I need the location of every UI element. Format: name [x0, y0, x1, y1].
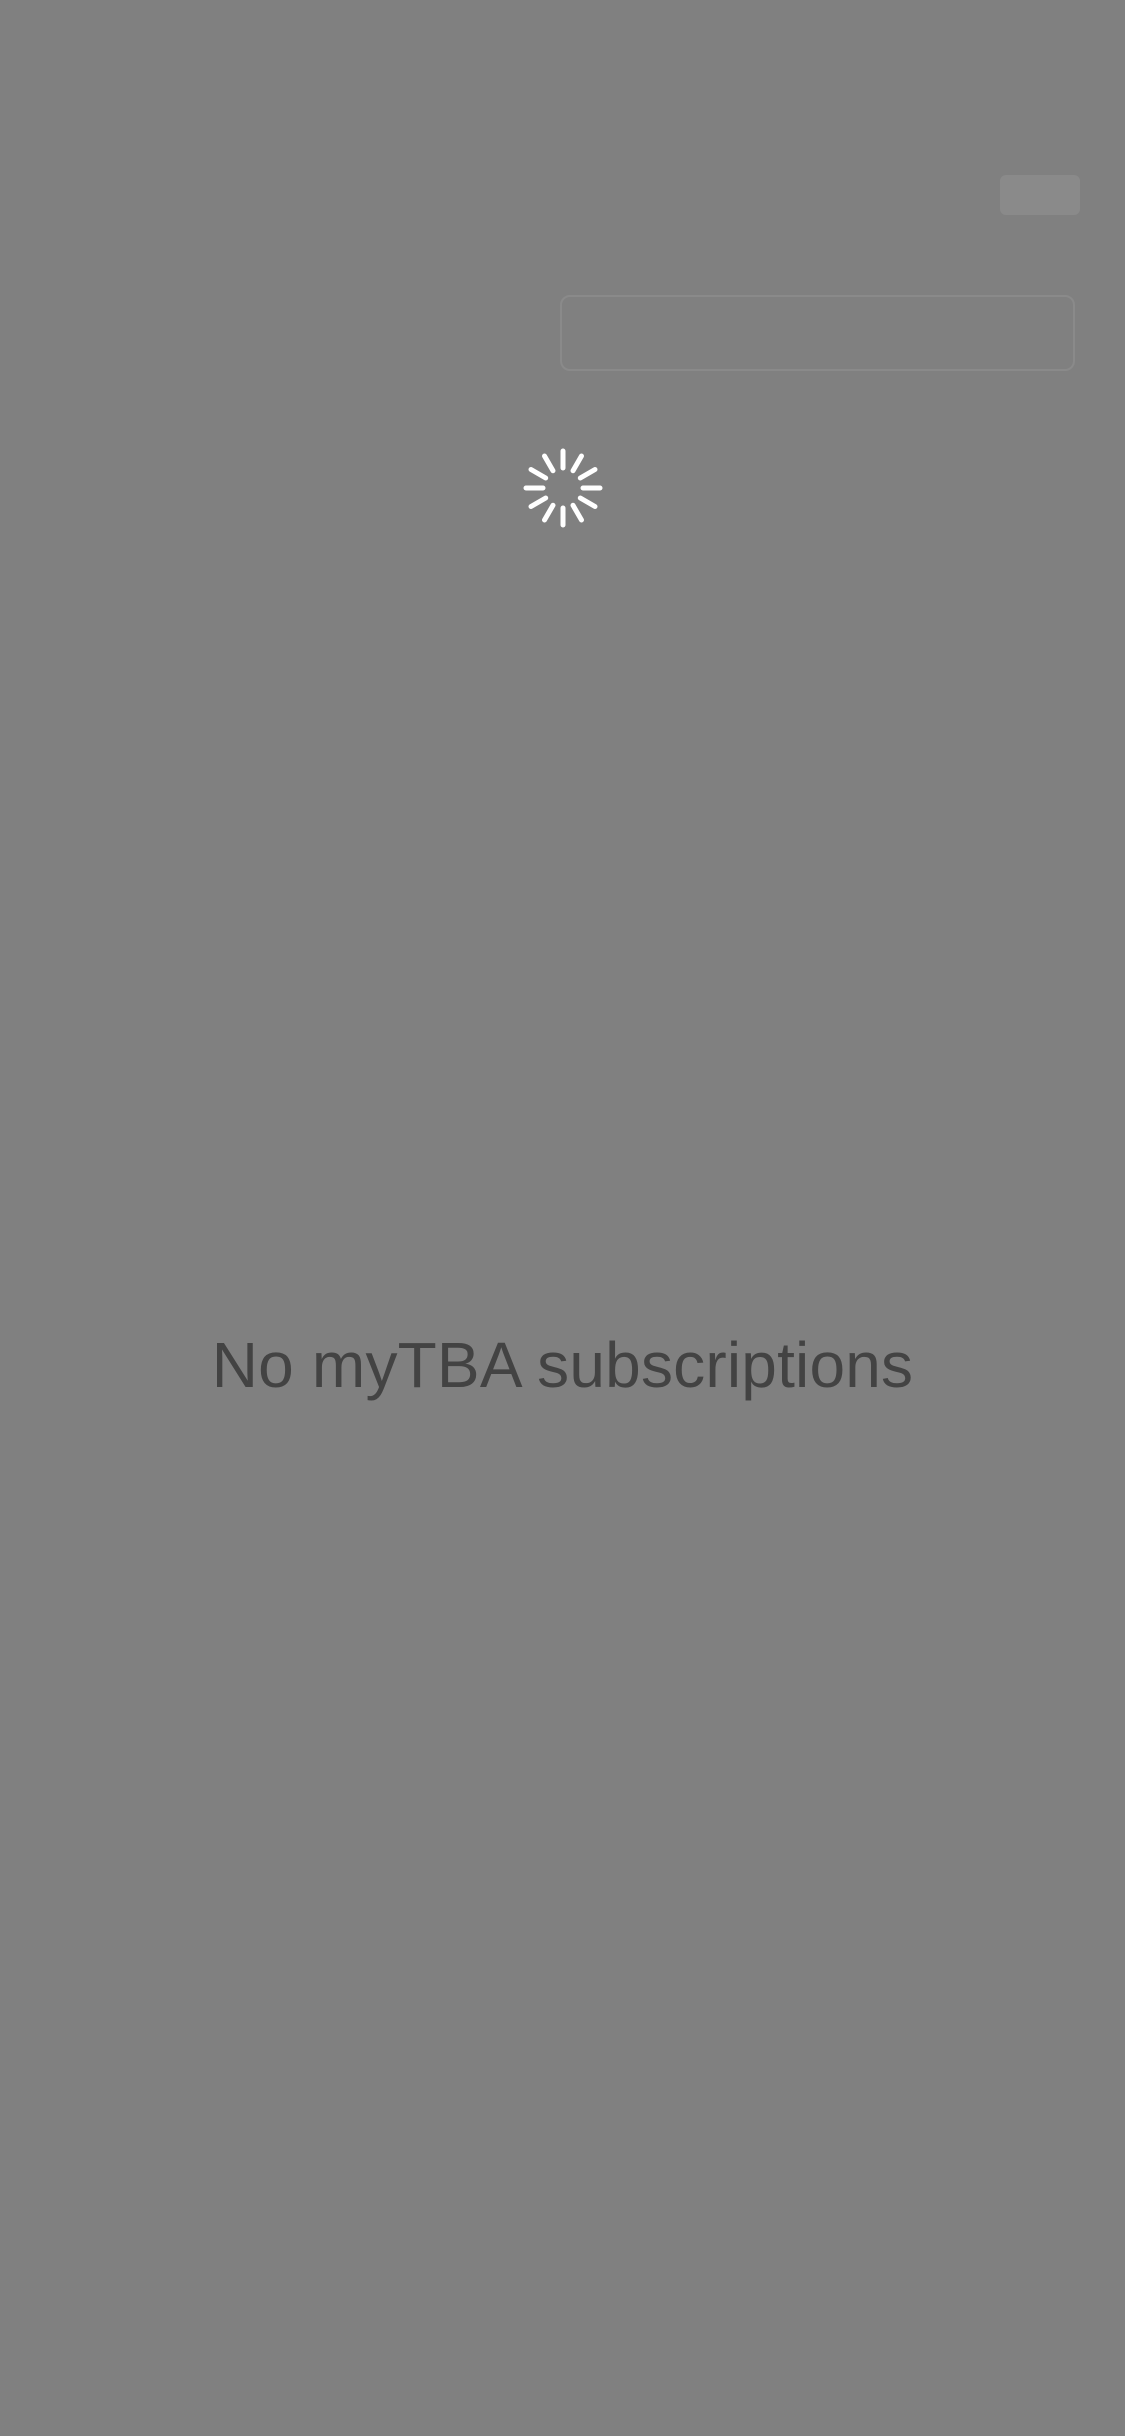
spinner-tick — [577, 467, 598, 481]
spinner-tick — [577, 495, 598, 509]
spinner-tick — [528, 467, 549, 481]
spinner-tick — [528, 495, 549, 509]
dimmed-segmented-control — [560, 295, 1075, 371]
dimmed-header — [0, 0, 1125, 400]
loading-spinner-icon — [520, 445, 606, 531]
dimmed-header-action — [1000, 175, 1080, 215]
spinner-tick — [542, 502, 556, 523]
empty-state: No myTBA subscriptions — [0, 1320, 1125, 1410]
dimmed-title-area — [490, 165, 710, 225]
spinner-tick — [570, 453, 584, 474]
spinner-icon-graphic — [523, 448, 603, 528]
spinner-tick — [570, 502, 584, 523]
empty-state-message: No myTBA subscriptions — [211, 1329, 914, 1401]
spinner-tick — [542, 453, 556, 474]
